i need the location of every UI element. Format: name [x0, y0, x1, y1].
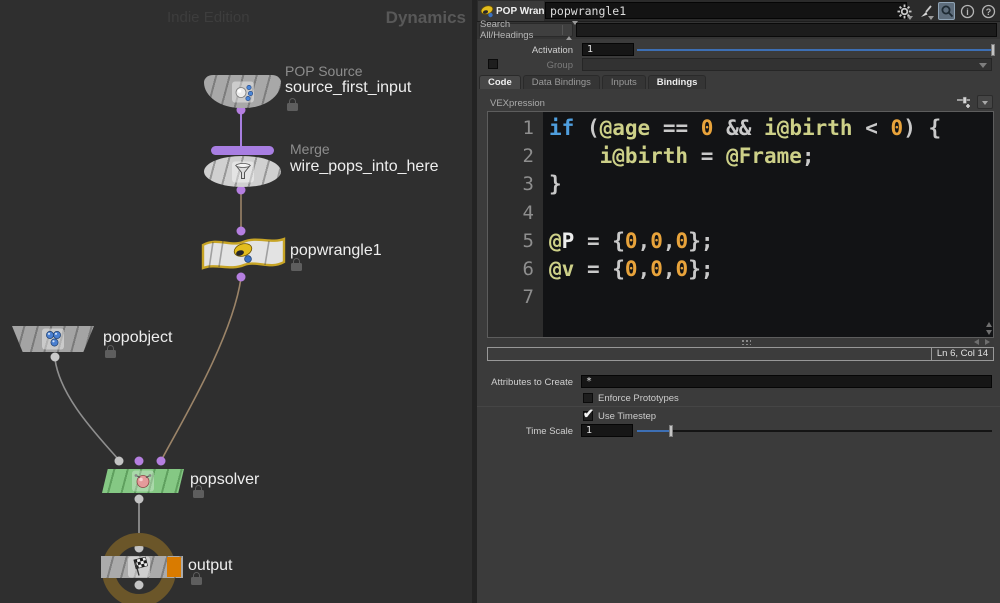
enforce-prototypes-checkbox[interactable]: ✔ [583, 393, 593, 403]
group-label: Group [477, 60, 573, 71]
time-scale-input[interactable]: 1 [581, 424, 633, 437]
houdini-window: Indie Edition Dynamics [0, 0, 1000, 603]
time-scale-slider[interactable] [637, 425, 992, 437]
info-icon[interactable]: i [959, 2, 976, 20]
tab-bindings[interactable]: Bindings [648, 75, 707, 89]
activation-label: Activation [477, 45, 573, 56]
node-popwrangle1[interactable] [199, 232, 289, 283]
spinner-arrows-icon [562, 25, 572, 35]
chevron-down-icon [982, 101, 988, 105]
parameter-tabs: Code Data Bindings Inputs Bindings [479, 75, 706, 89]
attributes-to-create-input[interactable]: * [581, 375, 992, 388]
tab-code[interactable]: Code [479, 75, 521, 89]
node-type-chip: POP Wrangle [478, 1, 544, 21]
vexpression-label: VEXpression [490, 98, 545, 109]
tab-inputs[interactable]: Inputs [602, 75, 646, 89]
search-scope-label: Search All/Headings [480, 19, 558, 41]
cursor-position-status: Ln 6, Col 14 [931, 348, 993, 360]
activation-input[interactable]: 1 [582, 43, 634, 56]
node-name-input[interactable]: popwrangle1 [545, 2, 907, 19]
group-row: ✔ Group [477, 58, 1000, 73]
editor-vscroll-buttons[interactable] [986, 322, 992, 335]
node-name-label[interactable]: popobject [103, 329, 172, 347]
node-output[interactable] [101, 556, 183, 578]
output-flag[interactable] [167, 557, 181, 577]
magnifier-icon[interactable] [938, 2, 955, 20]
lock-icon [105, 350, 116, 358]
use-timestep-checkbox[interactable]: ✔ [583, 411, 593, 421]
editor-status-bar: Ln 6, Col 14 [487, 347, 994, 361]
section-divider [477, 406, 1000, 407]
merge-funnel-icon [232, 161, 254, 182]
group-dropdown[interactable] [582, 58, 992, 71]
pop-wrangle-icon [480, 4, 495, 19]
attributes-to-create-label: Attributes to Create [477, 377, 573, 388]
time-scale-row: Time Scale 1 [477, 424, 1000, 439]
network-editor[interactable]: Indie Edition Dynamics [0, 0, 472, 603]
node-popsolver[interactable] [102, 469, 184, 493]
activation-row: Activation 1 [477, 43, 1000, 58]
edit-expression-icon[interactable] [955, 94, 973, 110]
brush-icon[interactable] [917, 2, 934, 20]
vexpression-row: VEXpression [477, 92, 1000, 111]
node-name-label[interactable]: popwrangle1 [290, 242, 382, 260]
lock-icon [191, 577, 202, 585]
language-menu-button[interactable] [977, 95, 993, 109]
use-timestep-label: Use Timestep [598, 411, 656, 422]
editor-hscrollbar[interactable] [487, 338, 994, 346]
tab-data-bindings[interactable]: Data Bindings [523, 75, 600, 89]
attributes-to-create-row: Attributes to Create * [477, 375, 1000, 390]
node-popobject[interactable] [12, 326, 94, 352]
svg-text:?: ? [986, 7, 992, 17]
enforce-prototypes-label: Enforce Prototypes [598, 393, 679, 404]
search-scope-button[interactable]: Search All/Headings [479, 23, 573, 37]
use-timestep-row: ✔ Use Timestep [477, 410, 1000, 425]
node-merge[interactable] [204, 156, 281, 187]
help-icon[interactable]: ? [980, 2, 997, 20]
vex-code-lines[interactable]: if (@age == 0 && i@birth < 0) { i@birth … [543, 112, 993, 337]
node-name-label[interactable]: wire_pops_into_here [290, 158, 439, 176]
activation-slider[interactable] [637, 44, 993, 56]
parameter-panel: POP Wrangle popwrangle1 [477, 0, 1000, 603]
popobject-icon [42, 329, 64, 350]
gear-icon[interactable] [896, 2, 913, 20]
vex-code-gutter: 1234567 [488, 112, 543, 337]
popsolver-icon [132, 471, 154, 492]
lock-icon [193, 490, 204, 498]
search-input[interactable] [576, 23, 997, 37]
svg-text:i: i [966, 7, 969, 17]
merge-input-highlight[interactable] [211, 146, 274, 155]
lock-icon [291, 263, 302, 271]
node-type-label: Merge [290, 141, 330, 157]
vex-code-editor[interactable]: 1234567 if (@age == 0 && i@birth < 0) { … [487, 111, 994, 338]
search-row: Search All/Headings [477, 22, 1000, 39]
node-type-label: POP Source [285, 63, 363, 79]
node-name-label[interactable]: source_first_input [285, 79, 411, 97]
output-checkered-flag-icon [128, 557, 150, 578]
enforce-prototypes-row: ✔ Enforce Prototypes [477, 392, 1000, 407]
pop-source-icon [232, 81, 254, 102]
lock-icon [287, 103, 298, 111]
drag-grip-icon[interactable] [741, 339, 751, 345]
chevron-down-icon [979, 63, 987, 68]
time-scale-label: Time Scale [477, 426, 573, 437]
